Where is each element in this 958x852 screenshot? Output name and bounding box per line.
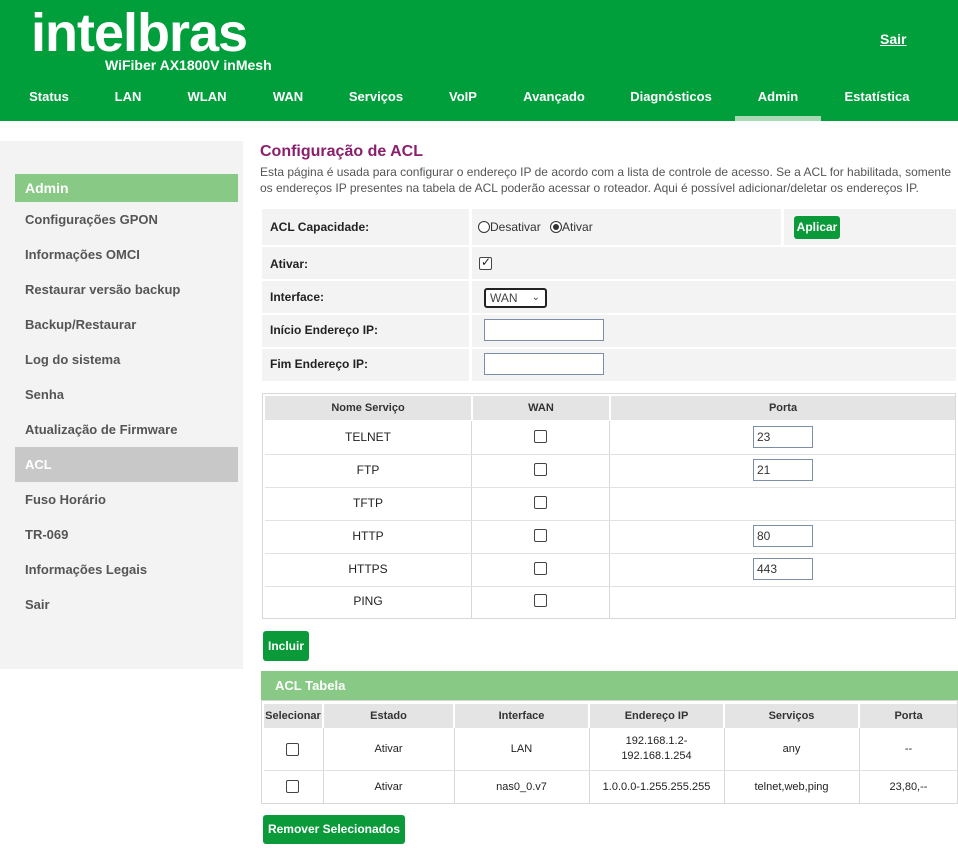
- svc-header-name: Nome Serviço: [265, 396, 471, 420]
- acl-row-ip-end: 192.168.1.254: [621, 750, 692, 762]
- svc-header-wan: WAN: [473, 396, 609, 420]
- interface-select-value: WAN: [490, 291, 518, 305]
- capacity-row: ACL Capacidade: Desativar Ativar Aplicar: [262, 209, 956, 245]
- radio-disable[interactable]: [478, 221, 490, 233]
- sidebar-item-logout[interactable]: Sair: [15, 587, 238, 622]
- acl-header-estado: Estado: [324, 704, 453, 728]
- svc-wan-checkbox-tftp[interactable]: [534, 496, 547, 509]
- acl-header-selecionar: Selecionar: [264, 704, 322, 728]
- acl-header-porta: Porta: [860, 704, 957, 728]
- sidebar-title: Admin: [15, 174, 238, 202]
- svc-wan-checkbox-telnet[interactable]: [534, 430, 547, 443]
- nav-lan[interactable]: LAN: [98, 83, 158, 121]
- acl-header-ip: Endereço IP: [590, 704, 723, 728]
- nav-servicos[interactable]: Serviços: [336, 83, 416, 121]
- sidebar-item-password[interactable]: Senha: [15, 377, 238, 412]
- acl-row-select-checkbox[interactable]: [286, 743, 299, 756]
- sidebar-item-firmware[interactable]: Atualização de Firmware: [15, 412, 238, 447]
- end-ip-row: Fim Endereço IP:: [262, 349, 956, 381]
- enable-checkbox[interactable]: [479, 255, 492, 270]
- acl-header-interface: Interface: [455, 704, 588, 728]
- start-ip-label: Início Endereço IP:: [270, 323, 379, 337]
- acl-row-interface: LAN: [510, 743, 533, 755]
- add-button[interactable]: Incluir: [263, 631, 309, 661]
- svc-name-http: HTTP: [352, 529, 384, 543]
- acl-row-porta: 23,80,--: [889, 781, 928, 793]
- device-model: WiFiber AX1800V inMesh: [105, 57, 272, 73]
- sidebar-item-restore-backup[interactable]: Restaurar versão backup: [15, 272, 238, 307]
- sidebar-item-acl[interactable]: ACL: [15, 447, 238, 482]
- acl-row-estado: Ativar: [374, 743, 403, 755]
- svc-wan-checkbox-ping[interactable]: [534, 594, 547, 607]
- page-title: Configuração de ACL: [260, 143, 423, 160]
- acl-row-servicos: any: [782, 743, 801, 755]
- intelbras-logo: intelbras: [31, 3, 248, 63]
- services-table: Nome Serviço WAN Porta TELNET 23 FTP 21 …: [262, 393, 956, 619]
- svc-wan-checkbox-ftp[interactable]: [534, 463, 547, 476]
- svc-port-http[interactable]: 80: [753, 525, 813, 547]
- nav-admin[interactable]: Admin: [735, 83, 821, 121]
- chevron-down-icon: ⌄: [531, 292, 540, 303]
- acl-row-select-checkbox[interactable]: [286, 780, 299, 793]
- svc-port-telnet[interactable]: 23: [753, 426, 813, 448]
- acl-row-servicos: telnet,web,ping: [754, 781, 829, 793]
- acl-table: Selecionar Estado Interface Endereço IP …: [261, 700, 958, 804]
- capacity-label: ACL Capacidade:: [270, 220, 370, 234]
- acl-row-ip-start: 192.168.1.2-: [625, 735, 688, 747]
- acl-row-estado: Ativar: [374, 781, 403, 793]
- svc-name-tftp: TFTP: [353, 496, 383, 510]
- acl-row-ip: 1.0.0.0-1.255.255.255: [602, 781, 711, 793]
- sidebar-item-tr069[interactable]: TR-069: [15, 517, 238, 552]
- interface-label: Interface:: [270, 290, 325, 304]
- nav-voip[interactable]: VoIP: [436, 83, 490, 121]
- svc-port-https[interactable]: 443: [753, 558, 813, 580]
- nav-estatistica[interactable]: Estatística: [834, 83, 920, 121]
- sidebar: Admin Configurações GPON Informações OMC…: [0, 141, 243, 669]
- interface-row: Interface: WAN ⌄: [262, 281, 956, 313]
- enable-row: Ativar:: [262, 247, 956, 279]
- acl-table-title: ACL Tabela: [261, 671, 958, 700]
- sidebar-item-backup-restore[interactable]: Backup/Restaurar: [15, 307, 238, 342]
- svc-wan-checkbox-http[interactable]: [534, 529, 547, 542]
- svc-name-ftp: FTP: [356, 463, 380, 477]
- radio-enable-label: Ativar: [562, 220, 593, 234]
- sidebar-item-legal[interactable]: Informações Legais: [15, 552, 238, 587]
- radio-enable[interactable]: [550, 221, 563, 233]
- enable-label: Ativar:: [270, 257, 309, 271]
- nav-avancado[interactable]: Avançado: [510, 83, 598, 121]
- sidebar-item-config-gpon[interactable]: Configurações GPON: [15, 202, 238, 237]
- nav-wan[interactable]: WAN: [258, 83, 318, 121]
- svc-wan-checkbox-https[interactable]: [534, 562, 547, 575]
- apply-button[interactable]: Aplicar: [794, 216, 840, 239]
- acl-row-interface: nas0_0.v7: [496, 781, 547, 793]
- sidebar-item-timezone[interactable]: Fuso Horário: [15, 482, 238, 517]
- nav-diagnosticos[interactable]: Diagnósticos: [620, 83, 722, 121]
- start-ip-input[interactable]: [484, 319, 604, 341]
- sidebar-item-omci[interactable]: Informações OMCI: [15, 237, 238, 272]
- interface-select[interactable]: WAN ⌄: [484, 288, 547, 308]
- end-ip-label: Fim Endereço IP:: [270, 357, 369, 371]
- page-description: Esta página é usada para configurar o en…: [260, 165, 952, 195]
- capacity-radio-group: Desativar Ativar: [478, 220, 593, 234]
- acl-row-porta: --: [904, 743, 913, 755]
- radio-disable-label: Desativar: [490, 220, 541, 234]
- top-header: intelbras WiFiber AX1800V inMesh Sair St…: [0, 0, 958, 121]
- end-ip-input[interactable]: [484, 353, 604, 375]
- sidebar-item-system-log[interactable]: Log do sistema: [15, 342, 238, 377]
- main-nav: Status LAN WLAN WAN Serviços VoIP Avança…: [0, 83, 958, 121]
- remove-selected-button[interactable]: Remover Selecionados: [263, 815, 405, 844]
- svc-port-ftp[interactable]: 21: [753, 459, 813, 481]
- svc-name-https: HTTPS: [348, 562, 388, 576]
- svc-header-porta: Porta: [611, 396, 955, 420]
- acl-header-servicos: Serviços: [725, 704, 858, 728]
- svc-name-ping: PING: [353, 594, 383, 608]
- svc-name-telnet: TELNET: [344, 430, 391, 444]
- nav-status[interactable]: Status: [14, 83, 84, 121]
- logout-link[interactable]: Sair: [880, 31, 906, 47]
- start-ip-row: Início Endereço IP:: [262, 315, 956, 347]
- nav-wlan[interactable]: WLAN: [172, 83, 242, 121]
